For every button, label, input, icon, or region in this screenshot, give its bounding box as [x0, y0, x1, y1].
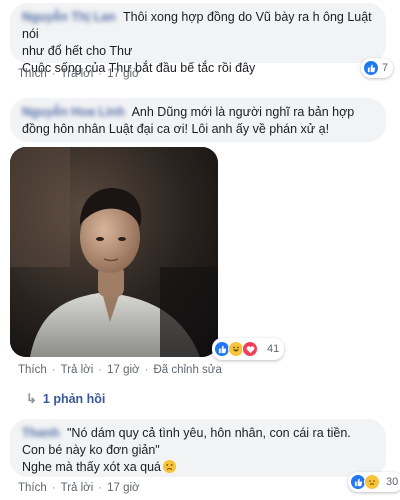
comment-text-line: Nghe mà thấy xót xa quá: [22, 459, 374, 476]
edited-label[interactable]: Đã chỉnh sửa: [153, 364, 221, 376]
reaction-summary[interactable]: 41: [212, 338, 285, 360]
separator-dot: ·: [98, 364, 103, 376]
comment-timestamp[interactable]: 17 giờ: [107, 364, 139, 376]
comment-text-line: như đổ hết cho Thư: [22, 44, 133, 58]
portrait-illustration: [10, 147, 218, 357]
comment-author[interactable]: Thanh: [22, 425, 60, 442]
reply-arrow-icon: ↳: [26, 391, 37, 406]
view-replies-link[interactable]: ↳ 1 phản hồi: [26, 391, 105, 407]
comment-timestamp[interactable]: 17 giờ: [107, 482, 139, 494]
reaction-count: 7: [382, 62, 389, 74]
comment-bubble: Thanh "Nó dám quy cả tình yêu, hôn nhân,…: [10, 419, 386, 477]
like-button[interactable]: Thích: [18, 364, 47, 376]
comment-bubble: Nguyễn Thị Lan Thôi xong hợp đồng do Vũ …: [10, 3, 386, 75]
reply-button[interactable]: Trả lời: [61, 364, 94, 376]
comment-text-line: Anh Dũng mới là người nghĩ ra bản hợp: [131, 105, 355, 119]
reply-button[interactable]: Trả lời: [61, 482, 94, 494]
comment-photo[interactable]: [10, 147, 218, 357]
reaction-summary[interactable]: 7: [361, 58, 394, 78]
separator-dot: ·: [144, 364, 149, 376]
replies-count-label: 1 phản hồi: [42, 392, 106, 406]
comment-text-last: Nghe mà thấy xót xa quá: [22, 460, 161, 474]
reaction-count: 30: [386, 476, 399, 488]
comment-actions: Thích · Trả lời · 17 giờ: [18, 68, 140, 80]
comment-author[interactable]: Nguyễn Hoa Linh: [22, 104, 125, 121]
comment-author[interactable]: Nguyễn Thị Lan: [22, 9, 116, 26]
reaction-count: 41: [267, 343, 280, 355]
like-button[interactable]: Thích: [18, 68, 47, 80]
reply-button[interactable]: Trả lời: [61, 68, 94, 80]
reaction-summary[interactable]: 30: [348, 472, 400, 492]
like-icon: [363, 60, 379, 76]
sad-emoji-icon: [162, 460, 176, 473]
comment-text-line: Con bé này ko đơn giản": [22, 443, 160, 457]
separator-dot: ·: [51, 364, 56, 376]
comment-bubble: Nguyễn Hoa Linh Anh Dũng mới là người ng…: [10, 98, 386, 142]
comment-text-line: đồng hôn nhân Luật đại ca ơi! Lôi anh ấy…: [22, 122, 330, 136]
comment-actions: Thích · Trả lời · 17 giờ · Đã chỉnh sửa: [18, 364, 222, 376]
comment-timestamp[interactable]: 17 giờ: [107, 68, 139, 80]
separator-dot: ·: [98, 482, 103, 494]
comment-text-line: "Nó dám quy cả tình yêu, hôn nhân, con c…: [66, 426, 351, 440]
sad-icon: [364, 474, 380, 490]
like-button[interactable]: Thích: [18, 482, 47, 494]
comment-actions: Thích · Trả lời · 17 giờ: [18, 482, 140, 494]
separator-dot: ·: [98, 68, 103, 80]
separator-dot: ·: [51, 482, 56, 494]
separator-dot: ·: [51, 68, 56, 80]
love-icon: [242, 341, 258, 357]
